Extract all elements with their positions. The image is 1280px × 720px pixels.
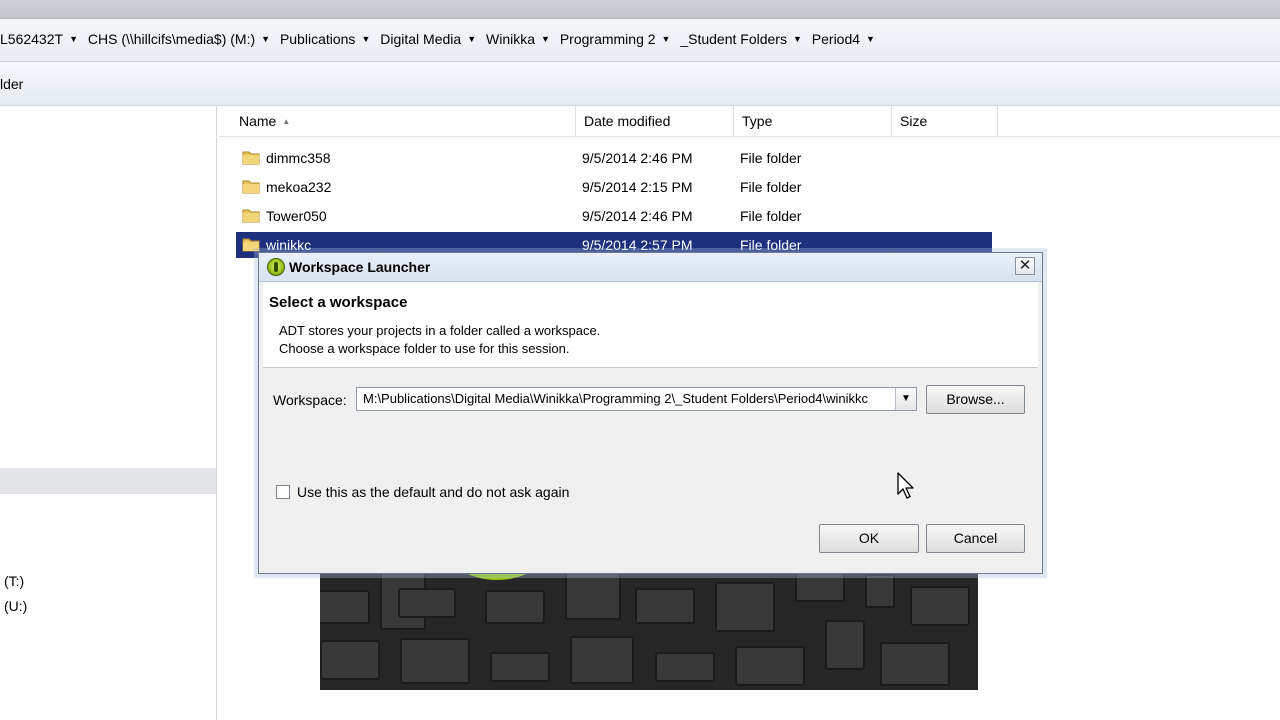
column-headers: Name ▲ Date modified Type Size (219, 106, 1280, 137)
breadcrumb: L562432T ▼ CHS (\\hillcifs\media$) (M:) ▼ … (0, 31, 881, 47)
file-name: dimmc358 (266, 150, 331, 166)
breadcrumb-item[interactable]: Digital Media ▼ (380, 31, 478, 47)
chevron-down-icon[interactable]: ▼ (261, 34, 270, 44)
new-folder-button[interactable]: lder (0, 76, 23, 92)
dialog-heading: Select a workspace (269, 294, 408, 311)
dialog-banner: Select a workspace ADT stores your proje… (263, 282, 1038, 368)
chevron-down-icon[interactable]: ▼ (662, 34, 671, 44)
file-type: File folder (740, 179, 802, 195)
file-date: 9/5/2014 2:15 PM (582, 179, 693, 195)
chevron-down-icon[interactable]: ▼ (541, 34, 550, 44)
window-title-strip (0, 0, 1280, 19)
chevron-down-icon[interactable]: ▼ (467, 34, 476, 44)
dialog-description-line2: Choose a workspace folder to use for thi… (279, 341, 570, 356)
chevron-down-icon[interactable]: ▼ (361, 34, 370, 44)
explorer-toolbar: lder (0, 62, 1280, 106)
cancel-button[interactable]: Cancel (926, 524, 1025, 553)
breadcrumb-item[interactable]: Programming 2 ▼ (560, 31, 673, 47)
folder-icon (242, 238, 260, 252)
folder-icon (242, 151, 260, 165)
navigation-pane: (T:) (U:) (0, 106, 217, 720)
column-header-date-modified[interactable]: Date modified (576, 106, 734, 136)
column-header-name[interactable]: Name ▲ (219, 106, 576, 136)
breadcrumb-item[interactable]: Publications ▼ (280, 31, 372, 47)
adt-app-icon (267, 258, 285, 276)
file-date: 9/5/2014 2:46 PM (582, 208, 693, 224)
dialog-title: Workspace Launcher (289, 259, 431, 275)
chevron-down-icon[interactable]: ▼ (793, 34, 802, 44)
file-type: File folder (740, 150, 802, 166)
chevron-down-icon[interactable]: ▼ (866, 34, 875, 44)
breadcrumb-item[interactable]: _Student Folders ▼ (680, 31, 804, 47)
folder-icon (242, 180, 260, 194)
folder-icon (242, 209, 260, 223)
sort-ascending-icon: ▲ (282, 117, 291, 126)
column-header-size[interactable]: Size (892, 106, 998, 136)
nav-group-separator (0, 468, 216, 494)
file-date: 9/5/2014 2:57 PM (582, 237, 693, 253)
breadcrumb-item[interactable]: Period4 ▼ (812, 31, 877, 47)
default-workspace-checkbox-label[interactable]: Use this as the default and do not ask a… (297, 484, 569, 500)
workspace-path-value[interactable]: M:\Publications\Digital Media\Winikka\Pr… (363, 391, 895, 406)
adt-splash-image (320, 560, 978, 690)
mouse-cursor-icon (897, 472, 914, 499)
file-row[interactable]: Tower050 9/5/2014 2:46 PM File folder (236, 203, 992, 229)
column-header-type[interactable]: Type (734, 106, 892, 136)
address-bar[interactable]: L562432T ▼ CHS (\\hillcifs\media$) (M:) ▼ … (0, 19, 1280, 62)
file-row[interactable]: dimmc358 9/5/2014 2:46 PM File folder (236, 145, 992, 171)
file-name: mekoa232 (266, 179, 332, 195)
browse-button[interactable]: Browse... (926, 385, 1025, 414)
default-workspace-checkbox[interactable] (276, 485, 290, 499)
breadcrumb-item[interactable]: CHS (\\hillcifs\media$) (M:) ▼ (88, 31, 272, 47)
ok-button[interactable]: OK (819, 524, 919, 553)
breadcrumb-item[interactable]: Winikka ▼ (486, 31, 552, 47)
file-name: winikkc (266, 237, 312, 253)
file-date: 9/5/2014 2:46 PM (582, 150, 693, 166)
nav-drive-u[interactable]: (U:) (4, 598, 27, 614)
breadcrumb-item[interactable]: L562432T ▼ (0, 31, 80, 47)
workspace-combobox[interactable]: M:\Publications\Digital Media\Winikka\Pr… (356, 387, 917, 411)
file-name: Tower050 (266, 208, 327, 224)
workspace-launcher-dialog: Workspace Launcher ✕ Select a workspace … (258, 252, 1043, 574)
close-button[interactable]: ✕ (1015, 257, 1035, 275)
dialog-description-line1: ADT stores your projects in a folder cal… (279, 323, 601, 338)
dialog-titlebar[interactable]: Workspace Launcher ✕ (259, 253, 1042, 282)
workspace-label: Workspace: (273, 392, 347, 408)
nav-drive-t[interactable]: (T:) (4, 573, 24, 589)
file-type: File folder (740, 237, 802, 253)
dropdown-arrow-icon[interactable]: ▼ (895, 388, 916, 410)
chevron-down-icon[interactable]: ▼ (69, 34, 78, 44)
file-row[interactable]: mekoa232 9/5/2014 2:15 PM File folder (236, 174, 992, 200)
file-type: File folder (740, 208, 802, 224)
close-icon: ✕ (1018, 257, 1032, 274)
